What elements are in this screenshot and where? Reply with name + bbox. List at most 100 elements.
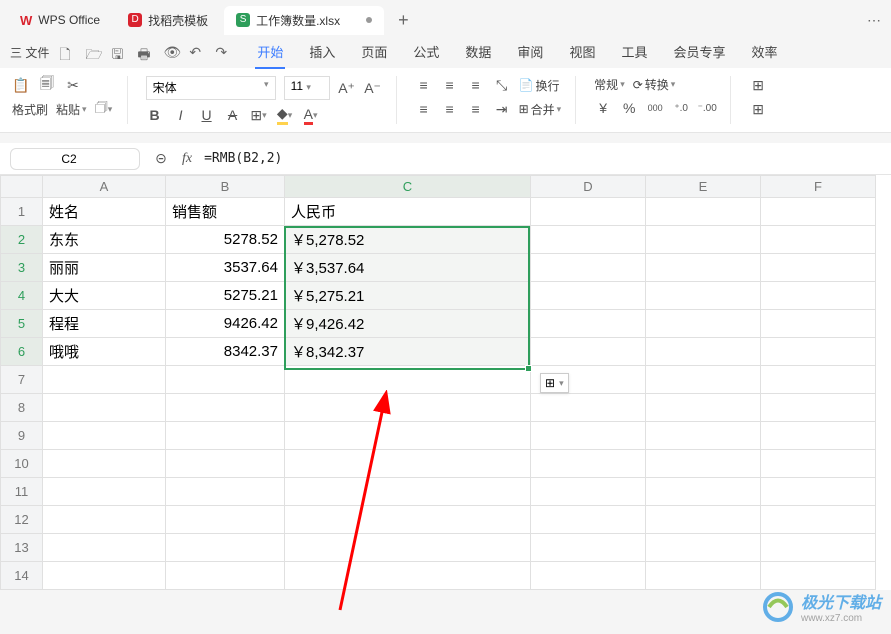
row-header[interactable]: 11 (1, 478, 43, 506)
row-header[interactable]: 9 (1, 422, 43, 450)
cell[interactable] (285, 562, 531, 590)
font-color-button[interactable]: A▾ (302, 106, 320, 124)
border-button[interactable]: ⊞▾ (250, 106, 268, 124)
col-header-B[interactable]: B (166, 176, 285, 198)
cell[interactable] (166, 422, 285, 450)
decrease-decimal-icon[interactable]: ⁻.00 (698, 99, 716, 117)
cell[interactable]: 5275.21 (166, 282, 285, 310)
increase-decimal-icon[interactable]: ⁺.0 (672, 99, 690, 117)
cell[interactable] (43, 366, 166, 394)
formula-input[interactable]: =RMB(B2,2) (204, 151, 881, 166)
save-icon[interactable]: 🖫 (111, 44, 127, 60)
clipboard-more-icon[interactable]: 🗇▾ (95, 100, 113, 118)
cell[interactable] (166, 562, 285, 590)
currency-icon[interactable]: ¥ (594, 99, 612, 117)
thousands-icon[interactable]: 000 (646, 99, 664, 117)
cell[interactable] (646, 226, 761, 254)
clipboard-icon[interactable]: 📋 (12, 76, 30, 94)
col-header-E[interactable]: E (646, 176, 761, 198)
tab-wps-home[interactable]: W WPS Office (8, 7, 112, 34)
row-header[interactable]: 3 (1, 254, 43, 282)
cell[interactable]: ￥5,278.52 (285, 226, 531, 254)
select-all-corner[interactable] (1, 176, 43, 198)
preview-icon[interactable]: 👁 (163, 44, 179, 60)
tab-insert[interactable]: 插入 (307, 36, 337, 69)
cell[interactable] (646, 506, 761, 534)
cell[interactable] (761, 226, 876, 254)
cell[interactable]: 丽丽 (43, 254, 166, 282)
row-header[interactable]: 10 (1, 450, 43, 478)
cell[interactable] (761, 562, 876, 590)
align-left-icon[interactable]: ≡ (415, 100, 433, 118)
cell[interactable] (646, 422, 761, 450)
cell[interactable] (761, 506, 876, 534)
cell[interactable]: 姓名 (43, 198, 166, 226)
cell[interactable] (646, 478, 761, 506)
row-header[interactable]: 14 (1, 562, 43, 590)
row-header[interactable]: 6 (1, 338, 43, 366)
cell[interactable] (285, 478, 531, 506)
new-doc-icon[interactable]: 🗋 (59, 44, 75, 60)
cell[interactable] (761, 366, 876, 394)
cell[interactable] (761, 254, 876, 282)
cell[interactable] (43, 422, 166, 450)
tab-tools[interactable]: 工具 (619, 36, 649, 69)
print-icon[interactable]: 🖶 (137, 44, 153, 60)
tab-review[interactable]: 审阅 (515, 36, 545, 69)
cell[interactable] (43, 394, 166, 422)
align-top-icon[interactable]: ≡ (415, 76, 433, 94)
cell[interactable] (531, 394, 646, 422)
cell[interactable]: 销售额 (166, 198, 285, 226)
cell[interactable]: 程程 (43, 310, 166, 338)
cell[interactable] (166, 366, 285, 394)
tab-efficiency[interactable]: 效率 (749, 36, 779, 69)
cell[interactable] (531, 506, 646, 534)
cell[interactable] (43, 562, 166, 590)
tab-document[interactable]: S 工作簿数量.xlsx (224, 6, 384, 35)
row-header[interactable]: 5 (1, 310, 43, 338)
cell[interactable]: 人民币 (285, 198, 531, 226)
shrink-font-icon[interactable]: A⁻ (364, 79, 382, 97)
cell[interactable] (646, 254, 761, 282)
copy-icon[interactable]: 🗐 (38, 76, 56, 94)
cell[interactable] (285, 366, 531, 394)
tab-view[interactable]: 视图 (567, 36, 597, 69)
cell[interactable]: ￥5,275.21 (285, 282, 531, 310)
merge-button[interactable]: ⊞ 合并▾ (519, 101, 562, 118)
cell[interactable] (646, 562, 761, 590)
percent-icon[interactable]: % (620, 99, 638, 117)
tab-formula[interactable]: 公式 (411, 36, 441, 69)
cell[interactable] (531, 534, 646, 562)
redo-icon[interactable]: ↷ (215, 44, 231, 60)
cell[interactable]: 8342.37 (166, 338, 285, 366)
cell[interactable] (531, 198, 646, 226)
cell[interactable] (761, 478, 876, 506)
cut-icon[interactable]: ✂ (64, 76, 82, 94)
strike-button[interactable]: A (224, 106, 242, 124)
file-menu-button[interactable]: 三 文件 (10, 44, 49, 61)
tab-data[interactable]: 数据 (463, 36, 493, 69)
italic-button[interactable]: I (172, 106, 190, 124)
row-header[interactable]: 12 (1, 506, 43, 534)
cell[interactable]: 哦哦 (43, 338, 166, 366)
cell[interactable] (531, 226, 646, 254)
indent-icon[interactable]: ⇥ (493, 100, 511, 118)
tab-home[interactable]: 开始 (255, 36, 285, 69)
underline-button[interactable]: U (198, 106, 216, 124)
cell[interactable] (761, 282, 876, 310)
grow-font-icon[interactable]: A⁺ (338, 79, 356, 97)
row-header[interactable]: 2 (1, 226, 43, 254)
format-painter-button[interactable]: 格式刷 (12, 101, 48, 118)
cell[interactable] (166, 450, 285, 478)
cell[interactable] (646, 366, 761, 394)
cell[interactable] (646, 394, 761, 422)
col-header-F[interactable]: F (761, 176, 876, 198)
cell[interactable] (531, 562, 646, 590)
cell[interactable] (646, 450, 761, 478)
row-header[interactable]: 8 (1, 394, 43, 422)
cell[interactable] (646, 338, 761, 366)
font-name-select[interactable]: 宋体 ▾ (146, 76, 276, 100)
cell[interactable] (285, 422, 531, 450)
convert-button[interactable]: ⟳ 转换▾ (633, 76, 676, 93)
cell[interactable] (285, 506, 531, 534)
